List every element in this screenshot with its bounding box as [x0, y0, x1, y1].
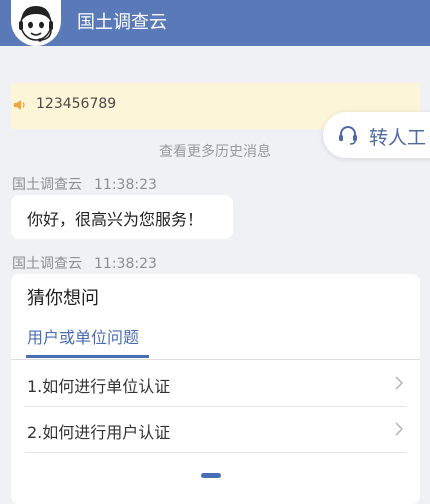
notice-text: 123456789	[36, 96, 117, 112]
faq-card: 猜你想问 用户或单位问题 1.如何进行单位认证 2.如何进行用户认证	[11, 274, 420, 504]
message-meta: 国土调查云 11:38:23	[12, 174, 157, 194]
tab-user-or-unit[interactable]: 用户或单位问题	[27, 324, 139, 348]
app-header: 国土调查云	[0, 0, 430, 46]
faq-title: 猜你想问	[27, 288, 99, 309]
message-text: 你好，很高兴为您服务！	[27, 210, 204, 229]
message-time: 11:38:23	[94, 256, 157, 272]
message-bubble: 你好，很高兴为您服务！	[11, 195, 233, 239]
faq-item[interactable]: 2.如何进行用户认证	[11, 406, 420, 452]
service-avatar-icon	[19, 6, 53, 42]
app-title: 国土调查云	[77, 12, 167, 33]
avatar	[11, 0, 61, 46]
list-divider	[25, 452, 406, 453]
sender-name: 国土调查云	[12, 177, 82, 193]
message-time: 11:38:23	[94, 177, 157, 193]
pagination-indicator[interactable]	[201, 473, 221, 478]
faq-item-label: 2.如何进行用户认证	[27, 423, 171, 442]
message-meta: 国土调查云 11:38:23	[12, 253, 157, 273]
tab-active-indicator	[26, 355, 149, 358]
chevron-right-icon	[395, 376, 404, 390]
faq-item-label: 1.如何进行单位认证	[27, 377, 171, 396]
faq-item[interactable]: 1.如何进行单位认证	[11, 360, 420, 406]
chevron-right-icon	[395, 422, 404, 436]
view-history-link[interactable]: 查看更多历史消息	[0, 141, 430, 161]
speaker-icon	[14, 100, 25, 110]
sender-name: 国土调查云	[12, 256, 82, 272]
